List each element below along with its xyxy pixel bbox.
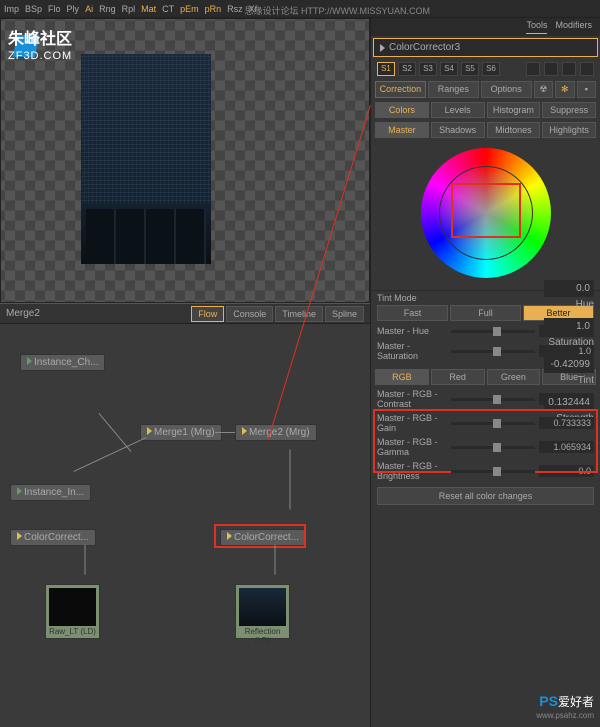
- slot-row: S1 S2 S3 S4 S5 S6: [371, 59, 600, 79]
- color-wheel[interactable]: [421, 148, 551, 278]
- tintmode-fast[interactable]: Fast: [377, 305, 448, 321]
- wand-icon[interactable]: [544, 62, 558, 76]
- tab-modifiers[interactable]: Modifiers: [555, 20, 592, 34]
- tab-flow[interactable]: Flow: [191, 306, 224, 322]
- reset-button[interactable]: Reset all color changes: [377, 487, 594, 505]
- building-preview: [81, 54, 211, 264]
- tab-rgb[interactable]: RGB: [375, 369, 429, 385]
- menu-mat[interactable]: Mat: [141, 4, 156, 14]
- master-hue-label: Master - Hue: [377, 326, 447, 336]
- tab-shadows[interactable]: Shadows: [431, 122, 485, 138]
- menu-imp[interactable]: Imp: [4, 4, 19, 14]
- node-instance-in[interactable]: Instance_In...: [10, 484, 91, 501]
- slot-s1[interactable]: S1: [377, 62, 395, 76]
- hue-label: Hue: [576, 299, 594, 310]
- master-sat-label: Master - Saturation: [377, 341, 447, 361]
- slot-s5[interactable]: S5: [461, 62, 479, 76]
- menu-rpl[interactable]: Rpl: [122, 4, 136, 14]
- contrast-label: Master - RGB - Contrast: [377, 389, 447, 409]
- tab-colors[interactable]: Colors: [375, 102, 429, 118]
- gear-icon[interactable]: ✻: [555, 81, 574, 98]
- tab-green[interactable]: Green: [487, 369, 541, 385]
- tab-histogram[interactable]: Histogram: [487, 102, 541, 118]
- tab-options[interactable]: Options: [481, 81, 532, 98]
- tintmode-full[interactable]: Full: [450, 305, 521, 321]
- highlight-gain-gamma: [373, 409, 598, 473]
- menu-rsz[interactable]: Rsz: [227, 4, 243, 14]
- gamma-slider[interactable]: [451, 446, 535, 449]
- tab-timeline[interactable]: Timeline: [275, 306, 323, 322]
- menu-rng[interactable]: Rng: [99, 4, 116, 14]
- radiation-icon[interactable]: ☢: [534, 81, 553, 98]
- master-hue-slider[interactable]: [451, 330, 535, 333]
- slot-s6[interactable]: S6: [482, 62, 500, 76]
- node-editor[interactable]: Merge2 Flow Console Timeline Spline Inst…: [0, 303, 370, 727]
- menu-icon[interactable]: [580, 62, 594, 76]
- highlight-colorcorrect: [214, 524, 306, 548]
- node-reflection[interactable]: Reflection (LD): [235, 584, 290, 639]
- tab-red[interactable]: Red: [431, 369, 485, 385]
- tab-levels[interactable]: Levels: [431, 102, 485, 118]
- logo-text: 朱峰社区: [8, 25, 72, 49]
- brightness-slider[interactable]: [451, 470, 535, 473]
- hue-value[interactable]: 0.0: [544, 280, 594, 297]
- contrast-slider[interactable]: [451, 398, 535, 401]
- node-merge2[interactable]: Merge2 (Mrg): [235, 424, 317, 441]
- menu-ai[interactable]: Ai: [85, 4, 93, 14]
- watermark-bottom: PS爱好者 www.psahz.com: [536, 693, 594, 721]
- saturation-label: Saturation: [548, 337, 594, 348]
- tab-suppress[interactable]: Suppress: [542, 102, 596, 118]
- menu-flo[interactable]: Flo: [48, 4, 61, 14]
- saturation-value[interactable]: 1.0: [544, 318, 594, 335]
- node-merge1[interactable]: Merge1 (Mrg): [140, 424, 222, 441]
- tab-spline[interactable]: Spline: [325, 306, 364, 322]
- lock-icon[interactable]: [526, 62, 540, 76]
- slot-s4[interactable]: S4: [440, 62, 458, 76]
- logo-url: ZF3D.COM: [8, 50, 72, 62]
- nodeview-title: Merge2: [6, 308, 40, 319]
- highlight-colorwheel: [451, 183, 521, 238]
- node-instance-ch[interactable]: Instance_Ch...: [20, 354, 105, 371]
- tab-midtones[interactable]: Midtones: [487, 122, 541, 138]
- node-colorcorrect-left[interactable]: ColorCorrect...: [10, 529, 96, 546]
- tab-master[interactable]: Master: [375, 122, 429, 138]
- node-raw-lt[interactable]: Raw_LT (LD): [45, 584, 100, 639]
- menu-bsp[interactable]: BSp: [25, 4, 42, 14]
- tint-label: Tint: [578, 375, 594, 386]
- tab-tools[interactable]: Tools: [526, 20, 547, 34]
- tab-correction[interactable]: Correction: [375, 81, 426, 98]
- panel-title[interactable]: ColorCorrector3: [373, 38, 598, 57]
- script-icon[interactable]: ▪: [577, 81, 596, 98]
- master-sat-slider[interactable]: [451, 350, 535, 353]
- tint-value[interactable]: -0.42099: [544, 356, 594, 373]
- inspector-panel: Tools Modifiers ColorCorrector3 S1 S2 S3…: [370, 18, 600, 727]
- menu-ply[interactable]: Ply: [67, 4, 80, 14]
- menu-prn[interactable]: pRn: [205, 4, 222, 14]
- menu-ct[interactable]: CT: [162, 4, 174, 14]
- tab-highlights[interactable]: Highlights: [542, 122, 596, 138]
- slot-s3[interactable]: S3: [419, 62, 437, 76]
- tab-console[interactable]: Console: [226, 306, 273, 322]
- slot-s2[interactable]: S2: [398, 62, 416, 76]
- save-icon[interactable]: [562, 62, 576, 76]
- watermark-top: 思缘设计论坛 HTTP://WWW.MISSYUAN.COM: [245, 4, 431, 17]
- menu-pem[interactable]: pEm: [180, 4, 199, 14]
- tab-ranges[interactable]: Ranges: [428, 81, 479, 98]
- gain-slider[interactable]: [451, 422, 535, 425]
